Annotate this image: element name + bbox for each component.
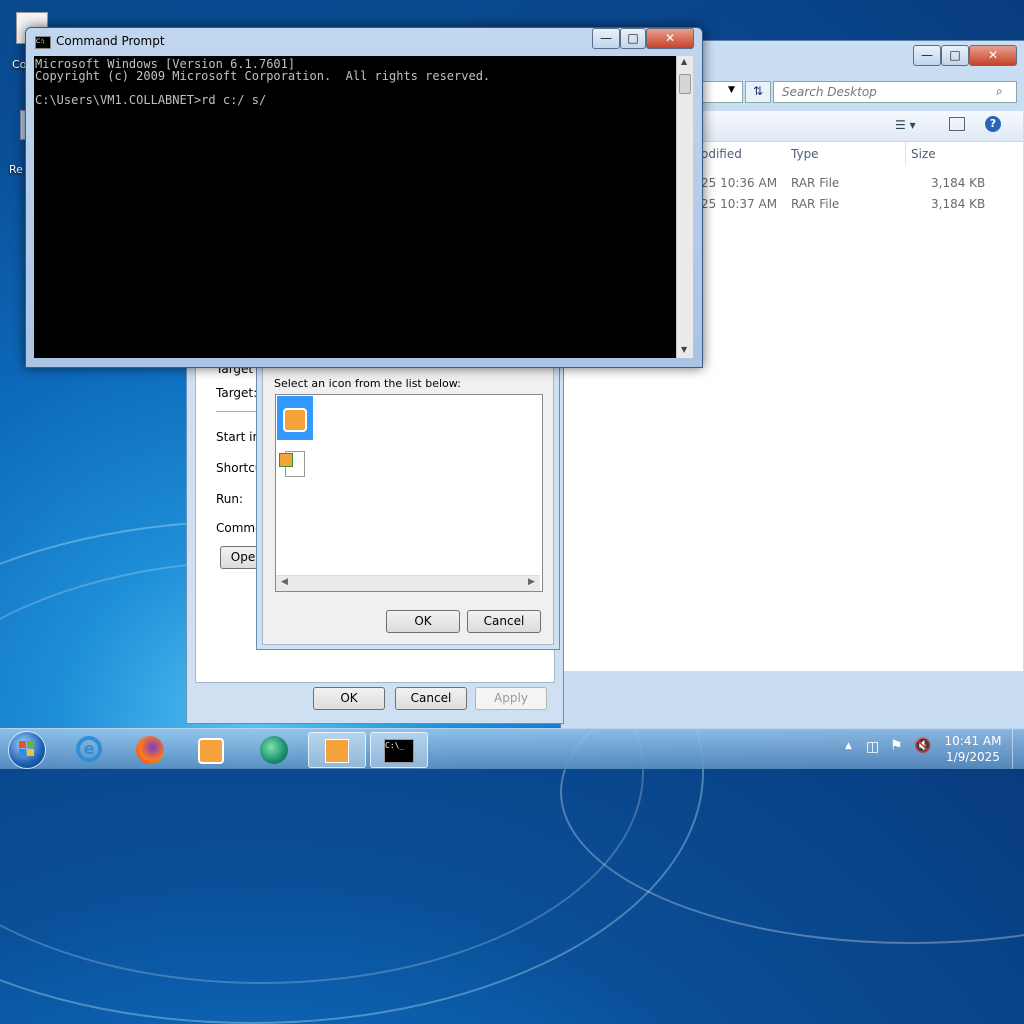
column-type[interactable]: Type <box>791 147 819 161</box>
icon-list[interactable]: ◀ ▶ <box>275 394 543 592</box>
command-prompt-window: C:\ Command Prompt — □ ✕ Microsoft Windo… <box>25 27 703 368</box>
change-icon-dialog: Select an icon from the list below: ◀ ▶ … <box>256 362 560 650</box>
scroll-right-icon[interactable]: ▶ <box>528 577 535 587</box>
taskbar: e C:\_ ▲ ◫ ⚑ 🔇 10:41 AM 1/9/2025 <box>0 728 1024 769</box>
row-2-type[interactable]: RAR File <box>791 197 839 211</box>
label-target: Target: <box>216 386 258 400</box>
icon-option-selected[interactable] <box>277 396 313 440</box>
column-size[interactable]: Size <box>911 147 936 161</box>
cancel-button[interactable]: Cancel <box>395 687 467 710</box>
firefox-icon <box>136 736 164 764</box>
media-player-icon <box>283 408 307 432</box>
horizontal-scrollbar[interactable]: ◀ ▶ <box>276 575 540 591</box>
icon-option[interactable] <box>279 451 305 477</box>
taskbar-media-player[interactable] <box>182 732 238 766</box>
refresh-icon: ⇅ <box>752 84 764 98</box>
preview-pane-icon[interactable] <box>949 117 965 131</box>
scroll-left-icon[interactable]: ◀ <box>281 577 288 587</box>
search-input[interactable]: Search Desktop <box>782 85 877 99</box>
cmd-app-icon: C:\ <box>35 36 51 49</box>
help-icon[interactable]: ? <box>985 116 1001 132</box>
windows-logo-icon <box>19 741 26 748</box>
minimize-button[interactable]: — <box>592 28 620 49</box>
vertical-scrollbar[interactable]: ▲ ▼ <box>676 56 693 358</box>
app-icon <box>260 736 288 764</box>
column-modified[interactable]: odified <box>701 147 742 161</box>
internet-explorer-icon: e <box>76 736 102 762</box>
desktop-icon-label-recycle[interactable]: Re <box>9 163 23 176</box>
select-icon-prompt: Select an icon from the list below: <box>274 377 461 390</box>
clock[interactable]: 10:41 AM 1/9/2025 <box>940 733 1006 765</box>
label-run: Run: <box>216 492 244 506</box>
clock-time: 10:41 AM <box>944 734 1002 748</box>
scroll-up-icon[interactable]: ▲ <box>681 57 687 66</box>
show-desktop-button[interactable] <box>1012 729 1024 769</box>
start-button[interactable] <box>8 731 46 769</box>
icon-cancel-button[interactable]: Cancel <box>467 610 541 633</box>
row-1-size[interactable]: 3,184 KB <box>931 176 985 190</box>
media-player-icon <box>279 453 293 467</box>
chevron-down-icon: ▼ <box>728 85 735 95</box>
taskbar-app[interactable] <box>246 732 302 766</box>
windows-logo-part <box>27 749 34 756</box>
ok-button[interactable]: OK <box>313 687 385 710</box>
scroll-down-icon[interactable]: ▼ <box>681 345 687 354</box>
address-dropdown[interactable]: ▼ <box>701 81 743 103</box>
search-box[interactable]: Search Desktop ⌕ <box>773 81 1017 103</box>
icon-ok-button[interactable]: OK <box>386 610 460 633</box>
console-line: Copyright (c) 2009 Microsoft Corporation… <box>35 69 491 83</box>
column-divider <box>905 141 906 165</box>
windows-logo-part <box>27 741 34 748</box>
taskbar-shortcut-properties[interactable] <box>308 732 366 768</box>
view-options-icon[interactable]: ☰ ▾ <box>895 118 916 132</box>
maximize-button[interactable]: □ <box>941 45 969 66</box>
refresh-button[interactable]: ⇅ <box>745 81 771 103</box>
media-player-icon <box>325 739 349 763</box>
change-icon-panel: Select an icon from the list below: ◀ ▶ … <box>262 367 554 645</box>
maximize-button[interactable]: □ <box>620 28 646 49</box>
console-prompt-line[interactable]: C:\Users\VM1.COLLABNET>rd c:/ s/ <box>35 94 675 106</box>
network-icon[interactable]: ◫ <box>866 739 879 755</box>
media-player-icon <box>198 738 224 764</box>
row-2-modified[interactable]: 25 10:37 AM <box>701 197 777 211</box>
volume-muted-icon[interactable]: 🔇 <box>914 738 931 754</box>
clock-date: 1/9/2025 <box>946 750 1000 764</box>
show-hidden-icons-icon[interactable]: ▲ <box>845 741 852 751</box>
taskbar-internet-explorer[interactable]: e <box>62 732 118 766</box>
close-button[interactable]: ✕ <box>969 45 1017 66</box>
row-1-type[interactable]: RAR File <box>791 176 839 190</box>
cmd-icon: C:\_ <box>384 739 414 763</box>
apply-button[interactable]: Apply <box>475 687 547 710</box>
row-2-size[interactable]: 3,184 KB <box>931 197 985 211</box>
console-output[interactable]: Microsoft Windows [Version 6.1.7601] Copy… <box>34 56 676 358</box>
divider <box>216 411 256 412</box>
minimize-button[interactable]: — <box>913 45 941 66</box>
window-title: Command Prompt <box>56 34 165 48</box>
windows-logo-part <box>19 749 26 756</box>
search-icon[interactable]: ⌕ <box>996 84 1003 99</box>
taskbar-firefox[interactable] <box>122 732 178 766</box>
taskbar-command-prompt[interactable]: C:\_ <box>370 732 428 768</box>
row-1-modified[interactable]: 25 10:36 AM <box>701 176 777 190</box>
close-button[interactable]: ✕ <box>646 28 694 49</box>
scrollbar-thumb[interactable] <box>679 74 691 94</box>
action-center-flag-icon[interactable]: ⚑ <box>890 738 903 754</box>
